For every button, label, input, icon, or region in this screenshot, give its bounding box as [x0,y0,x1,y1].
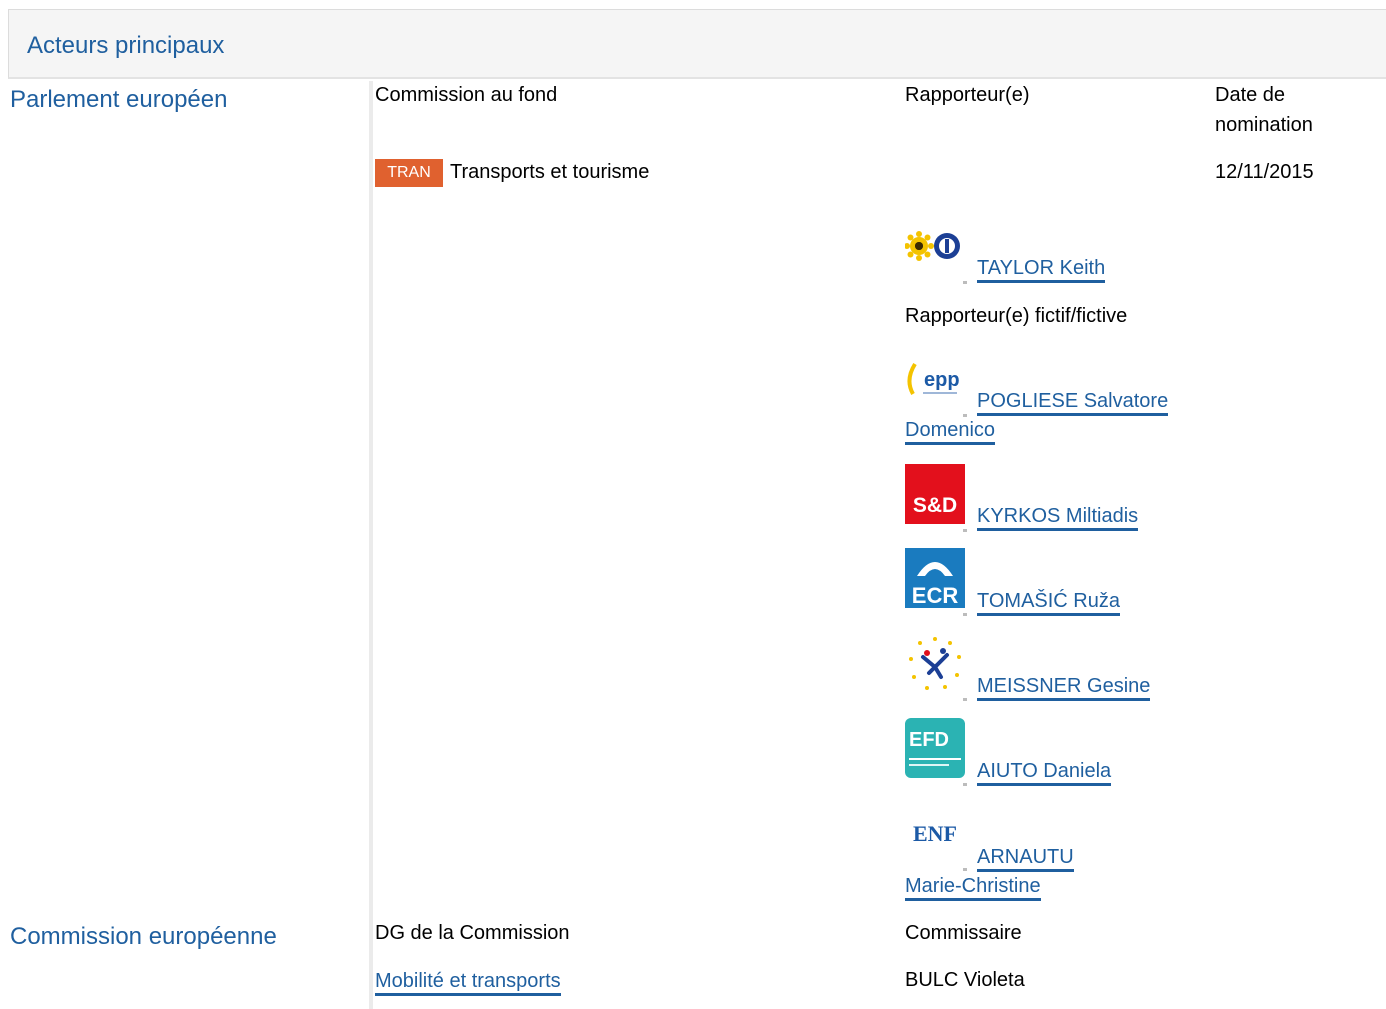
efdd-logo-icon: EFD [905,718,965,778]
dg-column-header: DG de la Commission [375,922,570,944]
efdd-logo-text: EFD [909,729,949,751]
committee-name: Transports et tourisme [450,161,650,183]
shadow-link-5[interactable]: AIUTO Daniela [977,759,1112,786]
alde-logo-icon [905,633,965,693]
separator-dot [963,613,967,616]
rapporteur-name[interactable]: TAYLOR Keith [977,257,1106,283]
s-and-d-logo-icon: S&D [905,464,965,524]
separator-dot [963,414,967,417]
committee-badge: TRAN [375,159,443,187]
separator-dot [963,281,967,284]
shadow-rapporteur-label: Rapporteur(e) fictif/fictive [905,305,1128,327]
enf-logo-icon: ENF [905,803,965,863]
appointment-date: 12/11/2015 [1215,161,1314,183]
greens-efa-logo-icon [905,226,965,266]
date-column-header-line1: Date de [1215,84,1286,106]
rapporteur-column-header: Rapporteur(e) [905,84,1030,106]
dg-name[interactable]: Mobilité et transports [375,970,561,996]
commissioner-column-header: Commissaire [905,922,1022,944]
shadow-link-1a[interactable]: POGLIESE Salvatore [977,389,1169,416]
shadow-link-1b[interactable]: Domenico [905,418,996,445]
shadow-link-4[interactable]: MEISSNER Gesine [977,674,1151,701]
shadow-link-2[interactable]: KYRKOS Miltiadis [977,504,1139,531]
shadow-name-6-line1[interactable]: ARNAUTU [977,846,1074,872]
separator-dot [963,529,967,532]
separator-dot [963,783,967,786]
shadow-link-6a[interactable]: ARNAUTU [977,845,1074,872]
shadow-name-5[interactable]: AIUTO Daniela [977,760,1112,786]
commission-label: Commission européenne [10,923,277,950]
ecr-logo-icon: ECR [905,548,965,608]
parliament-label: Parlement européen [10,86,228,113]
separator-dot [963,868,967,871]
shadow-name-6-line2[interactable]: Marie-Christine [905,875,1041,901]
shadow-name-4[interactable]: MEISSNER Gesine [977,675,1151,701]
section-title: Acteurs principaux [27,32,225,59]
s-and-d-logo-text: S&D [913,494,957,517]
commissioner-name: BULC Violeta [905,969,1025,991]
section-header: Acteurs principaux [8,9,1386,79]
date-column-header-line2: nomination [1215,114,1313,136]
separator-dot [963,698,967,701]
shadow-name-2[interactable]: KYRKOS Miltiadis [977,505,1139,531]
epp-logo-icon: epp [905,350,965,410]
shadow-name-3[interactable]: TOMAŠIĆ Ruža [977,590,1120,616]
committee-column-header: Commission au fond [375,84,558,106]
rapporteur-link[interactable]: TAYLOR Keith [977,256,1106,283]
column-divider [369,81,373,1009]
enf-logo-text: ENF [913,821,957,846]
shadow-name-1-line2[interactable]: Domenico [905,419,996,445]
dg-link[interactable]: Mobilité et transports [375,969,561,996]
ecr-logo-text: ECR [912,583,959,608]
shadow-name-1-line1[interactable]: POGLIESE Salvatore [977,390,1169,416]
epp-logo-text: epp [924,369,960,391]
shadow-link-6b[interactable]: Marie-Christine [905,874,1041,901]
shadow-link-3[interactable]: TOMAŠIĆ Ruža [977,589,1120,616]
